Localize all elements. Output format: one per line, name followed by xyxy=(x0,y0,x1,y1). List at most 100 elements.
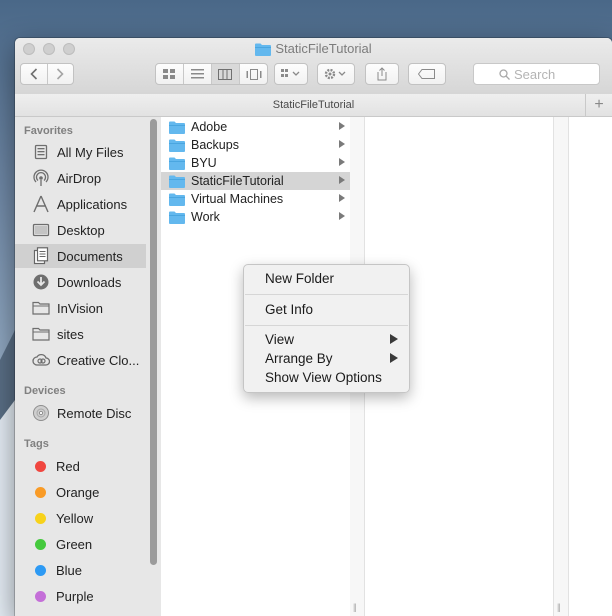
sidebar-tag-red[interactable]: Red xyxy=(15,454,146,478)
sidebar-item-label: Desktop xyxy=(57,222,105,238)
sidebar-item-label: Downloads xyxy=(57,274,122,290)
sidebar-item-label: Blue xyxy=(56,562,83,578)
back-button[interactable] xyxy=(21,64,48,84)
list-item-label: Virtual Machines xyxy=(191,192,284,206)
disclosure-arrow-icon xyxy=(339,158,345,166)
view-mode-control xyxy=(155,63,268,85)
submenu-arrow-icon xyxy=(390,353,398,363)
disclosure-arrow-icon xyxy=(339,176,345,184)
folder-icon xyxy=(31,299,51,317)
sidebar-item-label: Documents xyxy=(57,248,123,264)
cover-flow-button[interactable] xyxy=(240,64,268,84)
forward-button[interactable] xyxy=(48,64,74,84)
title-bar: StaticFileTutorial xyxy=(15,38,612,95)
menu-item-show-view-options[interactable]: Show View Options xyxy=(244,368,409,387)
column-resize-grip-icon[interactable]: || xyxy=(353,602,357,612)
sidebar-item-applications[interactable]: Applications xyxy=(15,192,146,216)
icon-view-button[interactable] xyxy=(156,64,184,84)
chevron-right-icon xyxy=(57,68,64,80)
search-field[interactable] xyxy=(473,63,600,85)
sidebar-tag-yellow[interactable]: Yellow xyxy=(15,506,146,530)
documents-icon xyxy=(31,247,51,265)
blue-tag-dot-icon xyxy=(35,564,46,576)
new-tab-button[interactable]: + xyxy=(585,94,612,116)
share-button[interactable] xyxy=(365,63,399,85)
edit-tags-button[interactable] xyxy=(408,63,446,85)
window-title-text: StaticFileTutorial xyxy=(275,41,372,56)
list-item-byu[interactable]: BYU xyxy=(161,154,350,172)
action-button[interactable] xyxy=(317,63,355,85)
sidebar-item-label: All My Files xyxy=(57,144,124,160)
list-view-icon xyxy=(190,69,204,79)
menu-item-get-info[interactable]: Get Info xyxy=(244,300,409,319)
list-view-button[interactable] xyxy=(184,64,212,84)
list-item-label: Backups xyxy=(191,138,239,152)
sidebar-item-documents[interactable]: Documents xyxy=(15,244,146,268)
folder-icon xyxy=(169,139,185,152)
sidebar-tag-green[interactable]: Green xyxy=(15,532,146,556)
arrange-button[interactable] xyxy=(274,63,308,85)
red-tag-dot-icon xyxy=(35,460,46,472)
menu-item-label: Arrange By xyxy=(265,351,333,366)
orange-tag-dot-icon xyxy=(35,486,46,498)
column-view-button[interactable] xyxy=(211,64,240,84)
cover-flow-icon xyxy=(246,68,261,80)
disclosure-arrow-icon xyxy=(339,140,345,148)
folder-icon xyxy=(31,325,51,343)
yellow-tag-dot-icon xyxy=(35,512,46,524)
sidebar-item-label: Creative Clo... xyxy=(57,352,140,368)
sidebar-item-label: sites xyxy=(57,326,84,342)
list-item-backups[interactable]: Backups xyxy=(161,136,350,154)
sidebar-item-label: Remote Disc xyxy=(57,405,132,421)
path-bar: StaticFileTutorial + xyxy=(15,94,612,117)
plus-icon: + xyxy=(594,96,604,113)
share-icon xyxy=(377,67,387,81)
devices-header: Devices xyxy=(24,385,66,397)
sidebar-item-creative-cloud[interactable]: Creative Clo... xyxy=(15,348,146,372)
menu-item-arrange-by[interactable]: Arrange By xyxy=(244,349,409,368)
list-item-virtual-machines[interactable]: Virtual Machines xyxy=(161,190,350,208)
arrange-icon xyxy=(281,69,300,77)
folder-icon xyxy=(169,193,185,206)
list-item-work[interactable]: Work xyxy=(161,208,350,226)
sidebar-item-label: Purple xyxy=(56,588,94,604)
green-tag-dot-icon xyxy=(35,538,46,550)
applications-icon xyxy=(31,195,51,213)
sidebar-scrollbar[interactable] xyxy=(150,119,157,565)
purple-tag-dot-icon xyxy=(35,590,46,602)
sidebar-tag-orange[interactable]: Orange xyxy=(15,480,146,504)
sidebar-tag-blue[interactable]: Blue xyxy=(15,558,146,582)
folder-icon xyxy=(169,175,185,188)
column-empty[interactable] xyxy=(569,117,612,616)
list-item-staticfiletutorial[interactable]: StaticFileTutorial xyxy=(161,172,350,190)
nav-buttons xyxy=(20,63,74,85)
context-menu: New Folder Get Info View Arrange By Show… xyxy=(243,264,410,393)
menu-item-view[interactable]: View xyxy=(244,330,409,349)
favorites-header: Favorites xyxy=(24,125,73,137)
sidebar-item-remote-disc[interactable]: Remote Disc xyxy=(15,401,146,425)
sidebar-item-downloads[interactable]: Downloads xyxy=(15,270,146,294)
tag-icon xyxy=(418,69,435,79)
sidebar-item-invision[interactable]: InVision xyxy=(15,296,146,320)
sidebar-item-desktop[interactable]: Desktop xyxy=(15,218,146,242)
column-resize-grip-icon[interactable]: || xyxy=(557,602,561,612)
search-input[interactable] xyxy=(514,66,574,82)
menu-item-label: New Folder xyxy=(265,271,335,286)
disclosure-arrow-icon xyxy=(339,212,345,220)
sidebar-item-airdrop[interactable]: AirDrop xyxy=(15,166,146,190)
search-icon xyxy=(499,68,510,80)
menu-separator xyxy=(245,325,408,326)
sidebar-item-all-my-files[interactable]: All My Files xyxy=(15,140,146,164)
sidebar-tag-purple[interactable]: Purple xyxy=(15,584,146,608)
list-item-label: StaticFileTutorial xyxy=(191,174,284,188)
menu-separator xyxy=(245,294,408,295)
sidebar-item-sites[interactable]: sites xyxy=(15,322,146,346)
menu-item-new-folder[interactable]: New Folder xyxy=(244,269,409,288)
column-view-icon xyxy=(218,68,232,80)
list-item-adobe[interactable]: Adobe xyxy=(161,118,350,136)
icon-view-icon xyxy=(163,68,175,79)
sidebar-item-label: Yellow xyxy=(56,510,94,526)
column-divider[interactable]: || xyxy=(554,117,569,616)
menu-item-label: Show View Options xyxy=(265,370,382,385)
sidebar-item-label: Orange xyxy=(56,484,100,500)
